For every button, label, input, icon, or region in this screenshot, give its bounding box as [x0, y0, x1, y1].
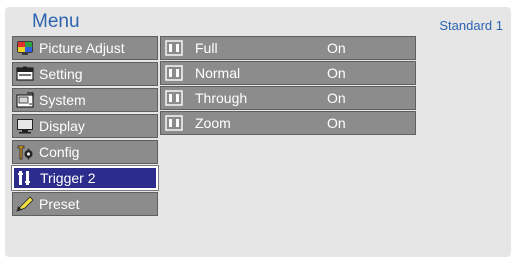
osd-menu-panel: Menu Standard 1 Picture Adjust Setting S…	[5, 7, 511, 257]
aspect-icon	[165, 40, 183, 56]
submenu-item-label: Full	[195, 40, 218, 56]
setting-icon	[16, 66, 34, 81]
submenu-item-label: Through	[195, 90, 248, 106]
main-menu-list: Picture Adjust Setting System Display Co…	[11, 36, 159, 218]
submenu-item-full[interactable]: Full On	[160, 36, 416, 60]
menu-item-config[interactable]: Config	[12, 140, 158, 164]
picture-adjust-icon	[17, 41, 33, 55]
display-icon	[17, 119, 33, 134]
menu-item-display[interactable]: Display	[12, 114, 158, 138]
menu-item-label: Display	[39, 118, 85, 134]
submenu-item-label: Zoom	[195, 115, 231, 131]
submenu-item-value: On	[327, 115, 346, 131]
submenu-item-value: On	[327, 40, 346, 56]
preset-icon	[16, 196, 34, 212]
submenu-item-label: Normal	[195, 65, 241, 81]
config-icon	[17, 145, 33, 160]
submenu-item-zoom[interactable]: Zoom On	[160, 111, 416, 135]
submenu-item-normal[interactable]: Normal On	[160, 61, 416, 85]
menu-item-label: Config	[39, 144, 80, 160]
system-icon	[16, 92, 34, 108]
menu-item-label: Setting	[39, 66, 83, 82]
menu-item-preset[interactable]: Preset	[12, 192, 158, 216]
menu-item-label: System	[39, 92, 86, 108]
menu-item-label: Trigger 2	[40, 170, 96, 186]
submenu-item-value: On	[327, 90, 346, 106]
trigger-submenu-list: Full On Normal On Through On Zoom On	[160, 36, 416, 136]
menu-title: Menu	[32, 11, 80, 32]
aspect-icon	[165, 115, 183, 131]
aspect-icon	[165, 90, 183, 106]
menu-item-picture-adjust[interactable]: Picture Adjust	[12, 36, 158, 60]
aspect-icon	[165, 65, 183, 81]
picture-mode-label: Standard 1	[439, 18, 503, 33]
menu-item-trigger-2[interactable]: Trigger 2	[11, 165, 159, 191]
trigger-icon	[18, 171, 30, 185]
menu-item-label: Picture Adjust	[39, 40, 125, 56]
menu-item-setting[interactable]: Setting	[12, 62, 158, 86]
menu-item-label: Preset	[39, 196, 80, 212]
menu-item-system[interactable]: System	[12, 88, 158, 112]
submenu-item-through[interactable]: Through On	[160, 86, 416, 110]
submenu-item-value: On	[327, 65, 346, 81]
